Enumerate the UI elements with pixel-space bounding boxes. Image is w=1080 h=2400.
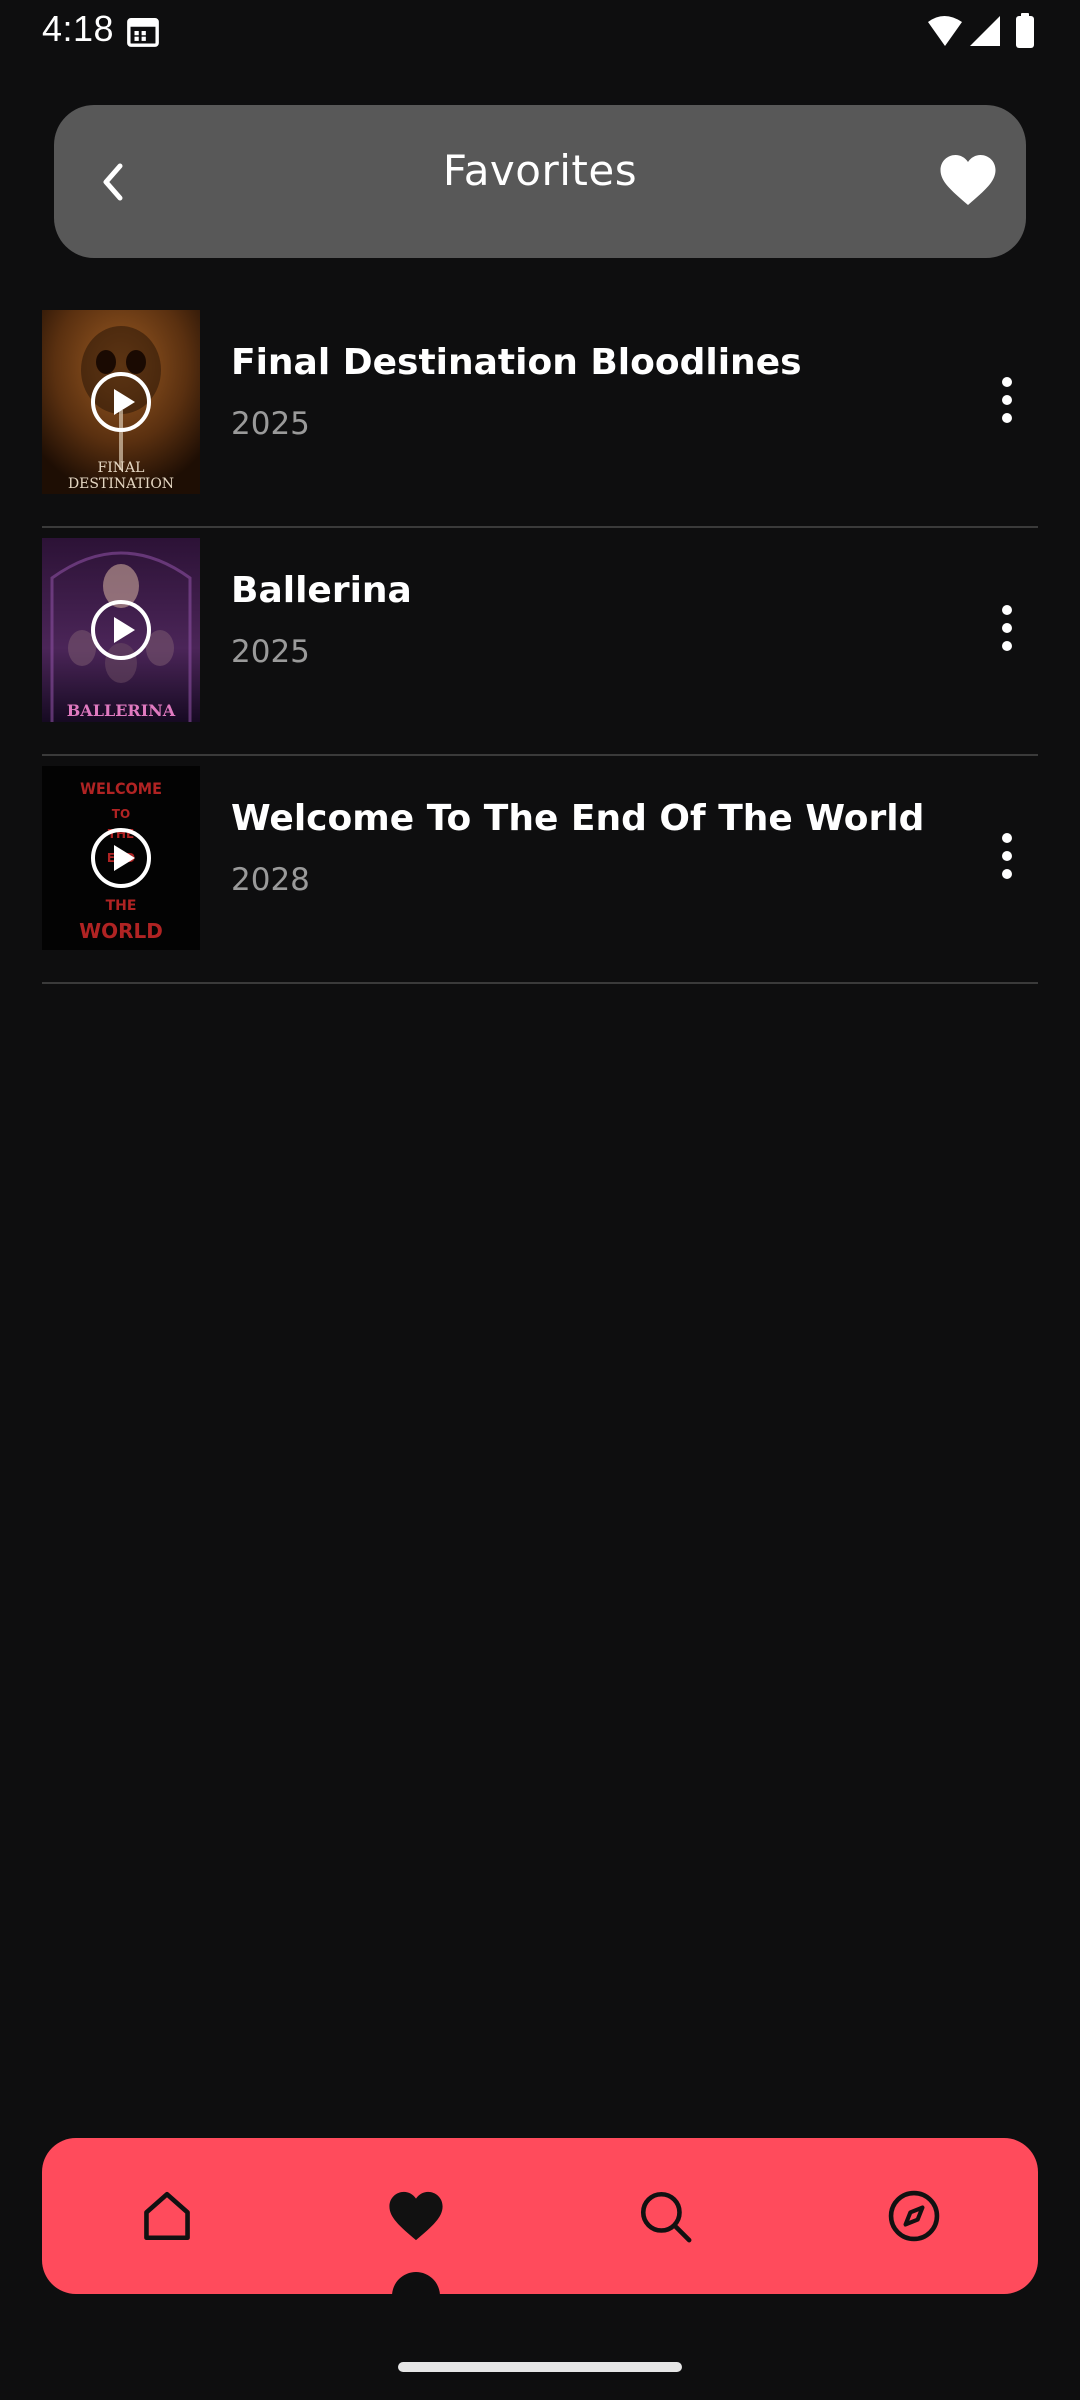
heart-icon (388, 2191, 443, 2241)
movie-title: Ballerina (231, 570, 412, 611)
movie-year: 2025 (231, 406, 310, 442)
poster-text: DESTINATION (68, 476, 174, 492)
more-vertical-icon (1002, 605, 1012, 651)
poster-image[interactable]: BALLERINA (42, 538, 200, 722)
play-icon[interactable] (89, 598, 153, 662)
movie-year: 2025 (231, 634, 310, 670)
poster-image[interactable]: WELCOME TO THE END THE WORLD (42, 766, 200, 950)
list-item[interactable]: WELCOME TO THE END THE WORLD Welcome To … (42, 756, 1038, 984)
poster-text: WORLD (79, 919, 163, 943)
bottom-nav (42, 2138, 1038, 2294)
nav-search[interactable] (540, 2138, 789, 2294)
list-item[interactable]: BALLERINA Ballerina 2025 (42, 528, 1038, 756)
nav-favorites[interactable] (291, 2138, 540, 2294)
more-vertical-icon (1002, 833, 1012, 879)
more-options-button[interactable] (990, 824, 1024, 888)
poster-text: FINAL (98, 460, 145, 476)
poster-text: THE (106, 898, 137, 914)
wifi-icon (928, 16, 962, 46)
compass-icon (888, 2190, 939, 2242)
page-title: Favorites (442, 146, 638, 195)
list-item[interactable]: FINAL DESTINATION Final Destination Bloo… (42, 300, 1038, 528)
calendar-icon (127, 17, 159, 47)
more-options-button[interactable] (990, 368, 1024, 432)
status-icons (928, 13, 1034, 48)
active-indicator (392, 2272, 440, 2320)
play-icon[interactable] (89, 826, 153, 890)
play-icon[interactable] (89, 370, 153, 434)
movie-title: Welcome To The End Of The World (231, 798, 925, 839)
nav-explore[interactable] (789, 2138, 1038, 2294)
poster-text: TO (112, 807, 130, 821)
favorites-list: FINAL DESTINATION Final Destination Bloo… (42, 300, 1038, 984)
nav-home[interactable] (42, 2138, 291, 2294)
home-icon (143, 2191, 190, 2241)
search-icon (640, 2191, 691, 2243)
heart-icon[interactable] (938, 152, 998, 208)
poster-text: WELCOME (80, 779, 162, 798)
status-bar: 4:18 (0, 0, 1080, 64)
more-vertical-icon (1002, 377, 1012, 423)
status-time: 4:18 (42, 8, 115, 49)
movie-title: Final Destination Bloodlines (231, 342, 802, 383)
battery-icon (1016, 16, 1034, 48)
movie-year: 2028 (231, 862, 310, 898)
home-indicator[interactable] (398, 2362, 682, 2372)
signal-icon (970, 16, 1000, 46)
more-options-button[interactable] (990, 596, 1024, 660)
poster-text: BALLERINA (67, 701, 176, 720)
poster-image[interactable]: FINAL DESTINATION (42, 310, 200, 494)
